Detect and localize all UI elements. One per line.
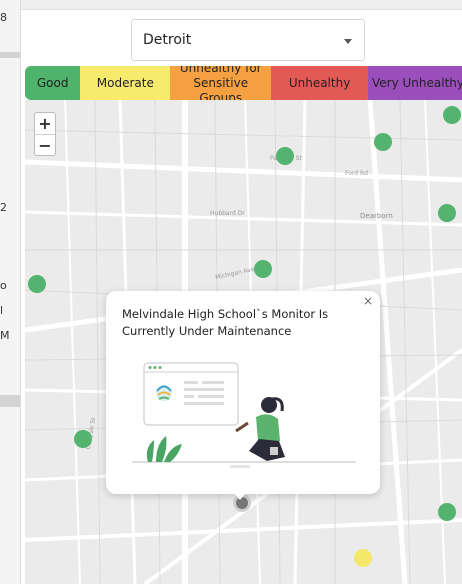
chevron-down-icon — [344, 39, 352, 44]
legend-label: Sensitive Groups — [193, 75, 249, 101]
zoom-control: + − — [34, 112, 56, 156]
background-page-strip: 8 2 o l M — [0, 0, 21, 584]
divider — [0, 395, 20, 407]
legend-moderate: Moderate — [80, 66, 171, 100]
legend-very-unhealthy: Very Unhealthy — [368, 66, 462, 100]
legend-label: Very Unhealthy — [372, 75, 462, 90]
background-text: 8 — [0, 11, 7, 24]
street-label: Ford Rd — [345, 170, 368, 177]
legend-label: Good — [36, 75, 69, 90]
divider — [0, 52, 20, 58]
maintenance-illustration — [132, 362, 356, 468]
widget-top-edge — [21, 0, 462, 10]
legend-label: Unhealthy — [288, 75, 351, 90]
background-text: 2 — [0, 201, 7, 214]
monitor-marker[interactable] — [354, 549, 372, 567]
city-select[interactable]: Detroit — [131, 19, 365, 61]
street-label: Hubbard Dr — [210, 210, 245, 217]
city-select-value: Detroit — [143, 32, 192, 48]
legend-unhealthy-sensitive: Unhealthy for Sensitive Groups — [170, 66, 272, 101]
monitor-marker[interactable] — [74, 430, 92, 448]
background-text: M — [0, 329, 10, 342]
popup-title: Melvindale High School`s Monitor Is Curr… — [122, 307, 329, 338]
zoom-in-button[interactable]: + — [35, 113, 55, 135]
background-text: l — [0, 304, 4, 317]
air-quality-widget: Detroit Good Moderate Unhealthy for Sens… — [21, 0, 462, 584]
popup-pointer — [233, 492, 247, 500]
aqi-legend: Good Moderate Unhealthy for Sensitive Gr… — [25, 66, 462, 100]
monitor-marker[interactable] — [438, 204, 456, 222]
monitor-marker[interactable] — [254, 260, 272, 278]
zoom-out-button[interactable]: − — [35, 135, 55, 156]
street-label: Dearborn — [360, 212, 393, 220]
legend-good: Good — [25, 66, 81, 100]
monitor-marker[interactable] — [374, 133, 392, 151]
maintenance-popup: × Melvindale High School`s Monitor Is Cu… — [106, 291, 380, 500]
monitor-marker[interactable] — [276, 147, 294, 165]
monitor-marker[interactable] — [443, 106, 461, 124]
legend-label: Moderate — [96, 75, 154, 90]
monitor-marker[interactable] — [438, 503, 456, 521]
close-icon[interactable]: × — [363, 294, 373, 308]
legend-label: Unhealthy for — [179, 66, 262, 75]
legend-unhealthy: Unhealthy — [271, 66, 369, 100]
monitor-marker[interactable] — [28, 275, 46, 293]
background-text: o — [0, 279, 7, 292]
